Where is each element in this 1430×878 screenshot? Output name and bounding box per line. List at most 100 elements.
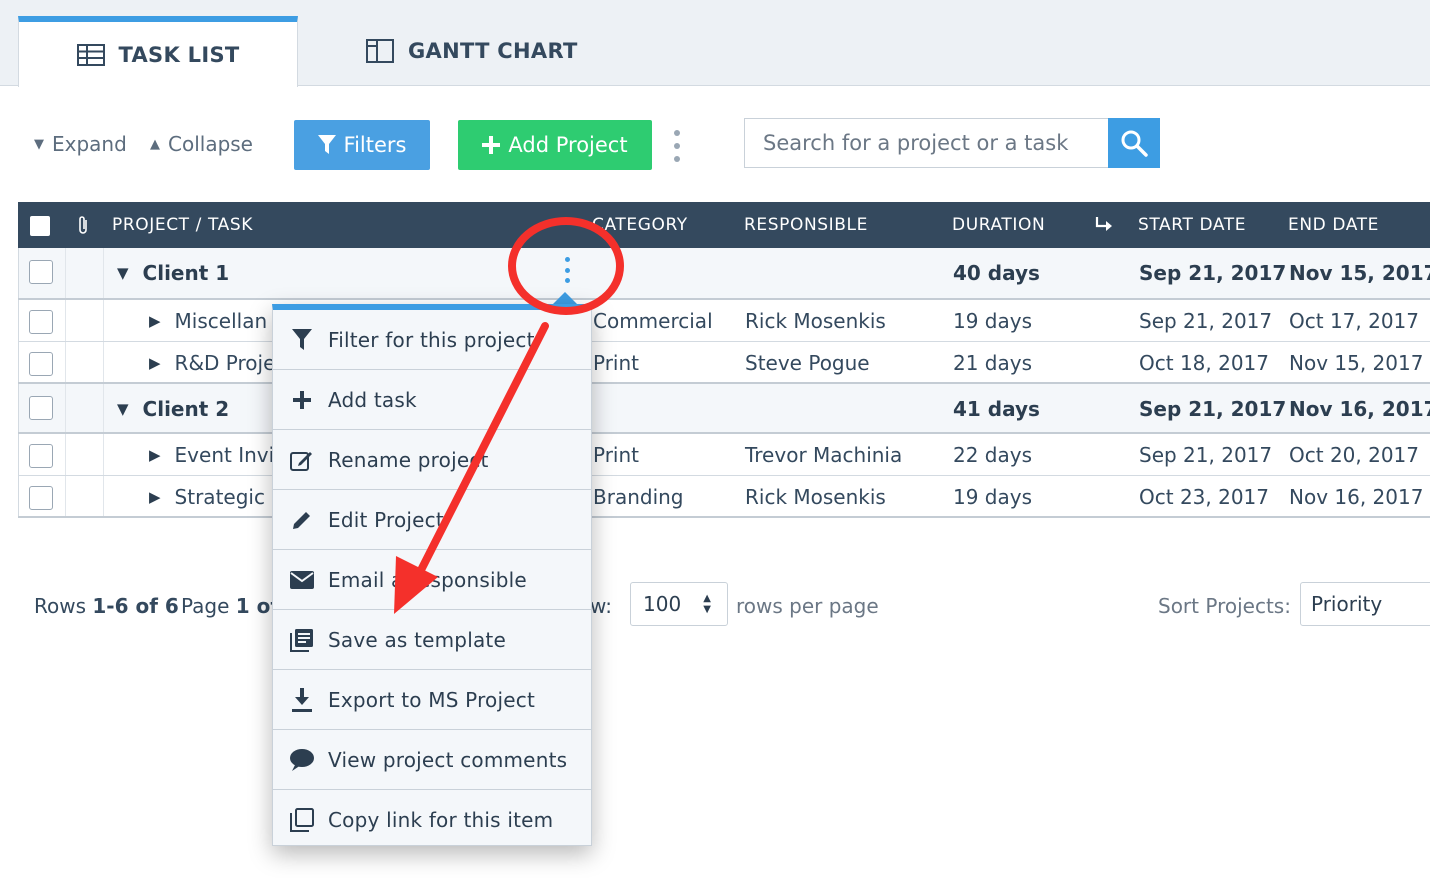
sort-projects-select[interactable]: Priority bbox=[1300, 582, 1430, 626]
page-prefix: Page bbox=[181, 594, 236, 618]
envelope-icon bbox=[289, 567, 315, 593]
collapse-link[interactable]: ▲ Collapse bbox=[150, 132, 253, 156]
table-row[interactable]: ▶ Event Invi Print Trevor Machinia 22 day… bbox=[18, 434, 1430, 476]
expand-label: Expand bbox=[52, 132, 127, 156]
responsible-cell: Rick Mosenkis bbox=[745, 309, 886, 333]
search-button[interactable] bbox=[1108, 118, 1160, 168]
start-date-cell: Sep 21, 2017 bbox=[1139, 397, 1287, 421]
menu-item-edit-project[interactable]: Edit Project bbox=[273, 490, 591, 550]
row-checkbox[interactable] bbox=[29, 352, 53, 376]
paperclip-icon bbox=[76, 202, 90, 248]
header-project-task[interactable]: PROJECT / TASK bbox=[112, 202, 253, 248]
caret-down-icon[interactable]: ▼ bbox=[117, 400, 129, 418]
table-header: PROJECT / TASK CATEGORY RESPONSIBLE DURA… bbox=[18, 202, 1430, 248]
row-checkbox[interactable] bbox=[29, 310, 53, 334]
rows-range: 1-6 of 6 bbox=[92, 594, 179, 618]
rows-per-page-select[interactable]: 100 ▲ ▼ bbox=[630, 582, 728, 626]
row-checkbox[interactable] bbox=[29, 486, 53, 510]
table-row[interactable]: ▶ Miscellan Commercial Rick Mosenkis 19 d… bbox=[18, 300, 1430, 342]
header-category[interactable]: CATEGORY bbox=[592, 202, 688, 248]
menu-item-label: View project comments bbox=[328, 747, 568, 772]
copy-icon bbox=[289, 807, 315, 833]
stepper-arrows-icon: ▲ ▼ bbox=[703, 593, 711, 615]
column-divider bbox=[65, 384, 66, 434]
search-placeholder: Search for a project or a task bbox=[763, 131, 1069, 155]
project-name-cell[interactable]: ▼ Client 2 bbox=[117, 384, 229, 434]
row-checkbox[interactable] bbox=[29, 396, 53, 420]
search-input[interactable]: Search for a project or a task bbox=[744, 118, 1110, 168]
header-start-date[interactable]: START DATE bbox=[1138, 202, 1246, 248]
responsible-cell: Steve Pogue bbox=[745, 351, 870, 375]
end-date-cell: Nov 15, 2017 bbox=[1289, 351, 1424, 375]
menu-item-label: Save as template bbox=[328, 627, 506, 652]
table-row[interactable]: ▼ Client 2 41 days Sep 21, 2017 Nov 16, 2… bbox=[18, 384, 1430, 434]
caret-right-icon[interactable]: ▶ bbox=[149, 446, 161, 464]
add-project-label: Add Project bbox=[508, 133, 628, 157]
caret-right-icon[interactable]: ▶ bbox=[149, 488, 161, 506]
triangle-up-icon: ▲ bbox=[150, 136, 160, 152]
table-row[interactable]: ▼ Client 1 40 days Sep 21, 2017 Nov 15, 2… bbox=[18, 248, 1430, 298]
project-name: Client 2 bbox=[142, 397, 230, 421]
dependency-arrow-icon bbox=[1094, 202, 1114, 248]
end-date-cell: Nov 16, 2017 bbox=[1289, 485, 1424, 509]
table-bottom-border bbox=[18, 516, 1430, 518]
caret-down-icon[interactable]: ▼ bbox=[117, 264, 129, 282]
template-icon bbox=[289, 627, 315, 653]
task-name-cell[interactable]: ▶ Strategic bbox=[149, 476, 265, 518]
menu-item-email-responsible[interactable]: Email a responsible bbox=[273, 550, 591, 610]
menu-item-save-template[interactable]: Save as template bbox=[273, 610, 591, 670]
search-icon bbox=[1120, 129, 1148, 157]
tab-label: GANTT CHART bbox=[408, 39, 578, 63]
header-duration[interactable]: DURATION bbox=[952, 202, 1045, 248]
menu-item-filter-project[interactable]: Filter for this project bbox=[273, 310, 591, 370]
category-cell: Print bbox=[593, 351, 640, 375]
task-name: Event Invi bbox=[174, 443, 275, 467]
duration-cell: 22 days bbox=[953, 443, 1033, 467]
menu-item-export-ms-project[interactable]: Export to MS Project bbox=[273, 670, 591, 730]
menu-item-rename-project[interactable]: Rename project bbox=[273, 430, 591, 490]
tab-gantt-chart[interactable]: GANTT CHART bbox=[366, 16, 578, 86]
filters-button[interactable]: Filters bbox=[294, 120, 430, 170]
triangle-down-icon: ▼ bbox=[34, 136, 44, 152]
download-icon bbox=[289, 687, 315, 713]
end-date-cell: Oct 20, 2017 bbox=[1289, 443, 1419, 467]
sort-projects-value: Priority bbox=[1311, 592, 1383, 616]
menu-item-label: Edit Project bbox=[328, 507, 444, 532]
rows-per-page-value: 100 bbox=[643, 592, 682, 616]
tab-task-list[interactable]: TASK LIST bbox=[18, 16, 298, 87]
duration-cell: 41 days bbox=[953, 397, 1040, 421]
row-checkbox[interactable] bbox=[29, 444, 53, 468]
table-icon bbox=[76, 43, 105, 66]
table-row[interactable]: ▶ R&D Proje Print Steve Pogue 21 days Oct… bbox=[18, 342, 1430, 384]
menu-item-view-comments[interactable]: View project comments bbox=[273, 730, 591, 790]
task-name-cell[interactable]: ▶ Miscellan bbox=[149, 300, 267, 342]
comment-icon bbox=[289, 747, 315, 773]
header-end-date[interactable]: END DATE bbox=[1288, 202, 1379, 248]
row-checkbox[interactable] bbox=[29, 260, 53, 284]
expand-link[interactable]: ▼ Expand bbox=[34, 132, 127, 156]
start-date-cell: Oct 18, 2017 bbox=[1139, 351, 1269, 375]
menu-item-add-task[interactable]: Add task bbox=[273, 370, 591, 430]
collapse-label: Collapse bbox=[168, 132, 253, 156]
row-options-icon[interactable] bbox=[563, 257, 571, 283]
project-name-cell[interactable]: ▼ Client 1 bbox=[117, 248, 229, 298]
caret-right-icon[interactable]: ▶ bbox=[149, 354, 161, 372]
duration-cell: 19 days bbox=[953, 309, 1033, 333]
end-date-cell: Nov 16, 2017 bbox=[1289, 397, 1430, 421]
caret-right-icon[interactable]: ▶ bbox=[149, 312, 161, 330]
rows-count: Rows 1-6 of 6 bbox=[34, 594, 179, 618]
rows-prefix: Rows bbox=[34, 594, 93, 618]
responsible-cell: Rick Mosenkis bbox=[745, 485, 886, 509]
select-all-checkbox[interactable] bbox=[30, 216, 50, 236]
more-options-icon[interactable] bbox=[668, 130, 686, 162]
rows-per-page-label: rows per page bbox=[736, 594, 879, 618]
sort-projects-label: Sort Projects: bbox=[1158, 594, 1291, 618]
task-name-cell[interactable]: ▶ R&D Proje bbox=[149, 342, 275, 384]
task-name-cell[interactable]: ▶ Event Invi bbox=[149, 434, 274, 476]
add-project-button[interactable]: Add Project bbox=[458, 120, 652, 170]
project-context-menu: Filter for this project Add task Rename … bbox=[272, 304, 592, 846]
header-responsible[interactable]: RESPONSIBLE bbox=[744, 202, 868, 248]
table-row[interactable]: ▶ Strategic Branding Rick Mosenkis 19 day… bbox=[18, 476, 1430, 518]
menu-item-copy-link[interactable]: Copy link for this item bbox=[273, 790, 591, 850]
plus-icon bbox=[482, 136, 501, 154]
